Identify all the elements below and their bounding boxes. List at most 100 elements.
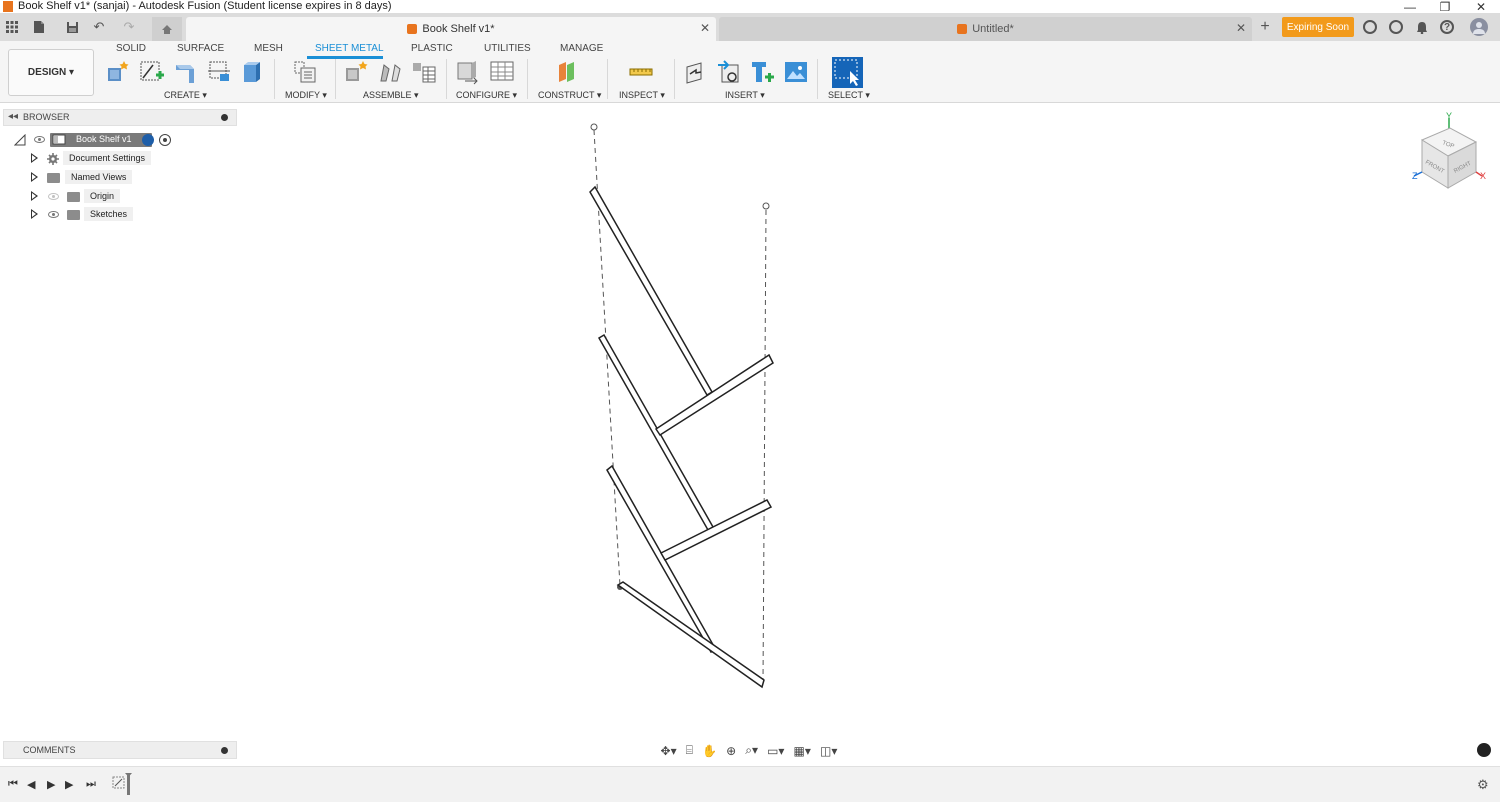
insert-canvas-icon[interactable] [783, 59, 809, 85]
user-avatar[interactable] [1470, 18, 1488, 36]
modify-tool-icon[interactable] [292, 59, 318, 85]
create-menu[interactable]: CREATE ▾ [164, 90, 207, 101]
history-clock-icon[interactable] [1389, 20, 1403, 34]
configure-menu[interactable]: CONFIGURE ▾ [456, 90, 517, 101]
notifications-bell-icon[interactable] [1413, 18, 1431, 36]
step-forward-icon[interactable]: ▶ [65, 778, 73, 791]
display-settings-icon[interactable]: ▭▾ [767, 744, 784, 758]
select-menu[interactable]: SELECT ▾ [828, 90, 870, 101]
home-icon[interactable] [152, 17, 182, 41]
tab-utilities[interactable]: UTILITIES [484, 43, 531, 54]
create-menu-label: CREATE [164, 90, 200, 100]
tab-solid[interactable]: SOLID [116, 43, 146, 54]
fit-icon[interactable]: ⌕▾ [745, 743, 758, 758]
toolbar-ribbon: DESIGN ▾ SOLID SURFACE MESH SHEET METAL … [0, 41, 1500, 103]
viewports-icon[interactable]: ◫▾ [820, 744, 837, 758]
model-viewport[interactable] [0, 104, 1500, 740]
tab-untitled[interactable]: Untitled* ✕ [719, 17, 1252, 41]
shelf-body[interactable] [589, 185, 774, 689]
minimize-button[interactable]: — [1392, 0, 1428, 14]
expiring-soon-button[interactable]: Expiring Soon [1282, 17, 1354, 37]
step-back-icon[interactable]: ◀ [27, 778, 35, 791]
new-tab-button[interactable]: + [1256, 18, 1274, 36]
inspect-menu-label: INSPECT [619, 90, 658, 100]
redo-icon[interactable]: ↷ [120, 18, 138, 36]
fusion-logo-icon [3, 1, 13, 12]
navigation-bar: ✥▾ ⌸ ✋ ⊕ ⌕▾ ▭▾ ▦▾ ◫▾ [656, 741, 842, 760]
go-to-end-icon[interactable]: ⏭ [86, 778, 96, 791]
tab-label: Untitled* [972, 23, 1014, 35]
construct-menu[interactable]: CONSTRUCT ▾ [538, 90, 601, 101]
configure-model-icon[interactable] [455, 59, 481, 85]
convert-to-sheet-metal-icon[interactable] [239, 59, 265, 85]
group-divider [446, 59, 447, 99]
undo-icon[interactable]: ↶ [90, 18, 108, 36]
close-tab-icon[interactable]: ✕ [1236, 21, 1246, 35]
group-divider [817, 59, 818, 99]
comments-panel[interactable]: COMMENTS [3, 741, 237, 759]
pan-hand-icon[interactable]: ✋ [702, 744, 717, 758]
flange-icon[interactable] [173, 59, 199, 85]
sketch-point[interactable] [590, 123, 598, 131]
workspace-switcher[interactable]: DESIGN ▾ [8, 49, 94, 96]
orbit-icon[interactable]: ✥▾ [661, 744, 677, 758]
modify-menu[interactable]: MODIFY ▾ [285, 90, 327, 101]
restore-button[interactable]: ❐ [1427, 0, 1463, 14]
help-icon[interactable]: ? [1440, 20, 1454, 34]
timeline-bar: ⏮ ◀ ▶ ▶ ⏭ ⚙ [0, 766, 1500, 802]
axis-z-label: Z [1412, 171, 1418, 181]
select-tool-icon[interactable] [832, 57, 863, 88]
play-icon[interactable]: ▶ [47, 778, 55, 791]
measure-icon[interactable] [628, 59, 654, 85]
insert-menu[interactable]: INSERT ▾ [725, 90, 765, 101]
insert-menu-label: INSERT [725, 90, 758, 100]
modify-menu-label: MODIFY [285, 90, 320, 100]
tab-plastic[interactable]: PLASTIC [411, 43, 453, 54]
configuration-table-icon[interactable] [489, 59, 515, 85]
file-menu-icon[interactable] [30, 18, 48, 36]
add-comment-icon[interactable] [221, 747, 228, 754]
group-divider [335, 59, 336, 99]
view-cube[interactable]: Y TOP FRONT RIGHT Z X [1408, 110, 1488, 194]
timeline-sketch-feature-icon[interactable] [112, 773, 136, 799]
cloud-status-icon[interactable] [1477, 743, 1491, 757]
offset-plane-icon[interactable] [555, 59, 581, 85]
close-window-button[interactable]: ✕ [1463, 0, 1499, 14]
tab-book-shelf[interactable]: Book Shelf v1* ✕ [186, 17, 716, 41]
insert-bolt-icon[interactable] [749, 59, 775, 85]
design-cube-icon [407, 24, 418, 34]
tab-sheet-metal[interactable]: SHEET METAL [315, 43, 384, 54]
assemble-menu[interactable]: ASSEMBLE ▾ [363, 90, 419, 101]
grid-settings-icon[interactable]: ▦▾ [794, 744, 811, 758]
create-sketch-icon[interactable] [139, 59, 165, 85]
group-divider [674, 59, 675, 99]
construct-menu-label: CONSTRUCT [538, 90, 595, 100]
close-tab-icon[interactable]: ✕ [700, 21, 710, 35]
group-divider [527, 59, 528, 99]
save-icon[interactable] [63, 18, 81, 36]
insert-mcmaster-icon[interactable] [716, 59, 742, 85]
inspect-menu[interactable]: INSPECT ▾ [619, 90, 665, 101]
select-menu-label: SELECT [828, 90, 863, 100]
new-component-icon[interactable] [105, 59, 131, 85]
bill-of-materials-icon[interactable] [411, 59, 437, 85]
sketch-point[interactable] [762, 202, 770, 210]
job-status-icon[interactable] [1363, 20, 1377, 34]
assemble-menu-label: ASSEMBLE [363, 90, 412, 100]
configure-menu-label: CONFIGURE [456, 90, 510, 100]
zoom-icon[interactable]: ⊕ [726, 744, 736, 758]
insert-derive-icon[interactable] [683, 59, 709, 85]
tab-manage[interactable]: MANAGE [560, 43, 603, 54]
workspace-label: DESIGN [27, 67, 67, 78]
new-component-assemble-icon[interactable] [344, 59, 370, 85]
apps-grid-icon[interactable] [3, 18, 21, 36]
tab-mesh[interactable]: MESH [254, 43, 283, 54]
title-bar: Book Shelf v1* (sanjai) - Autodesk Fusio… [0, 0, 1500, 14]
timeline-settings-gear-icon[interactable]: ⚙ [1477, 777, 1489, 793]
look-at-icon[interactable]: ⌸ [686, 743, 693, 758]
tab-surface[interactable]: SURFACE [177, 43, 224, 54]
go-to-start-icon[interactable]: ⏮ [8, 778, 18, 791]
group-divider [274, 59, 275, 99]
unfold-icon[interactable] [206, 59, 232, 85]
joint-icon[interactable] [378, 59, 404, 85]
